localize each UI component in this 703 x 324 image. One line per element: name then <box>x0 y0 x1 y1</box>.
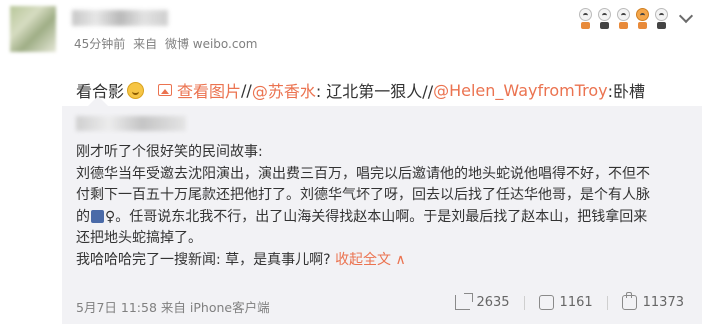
repost-meta: 5月7日 11:58 来自 iPhone客户端 <box>76 297 270 316</box>
collapse-link[interactable]: 收起全文 ∧ <box>335 252 406 268</box>
repost-actions: 2635 1161 11373 <box>455 292 684 310</box>
picture-icon[interactable] <box>158 84 173 96</box>
like-count: 11373 <box>642 295 684 310</box>
mention-link[interactable]: @Helen_WayfromTroy <box>433 81 608 100</box>
repost-line: 刘德华当年受邀去沈阳演出，演出费三百万，唱完以后邀请他的地头蛇说他唱得不好，不但… <box>76 165 650 182</box>
avatar[interactable] <box>10 6 56 52</box>
sticker-icon <box>597 8 612 30</box>
smile-emoji-icon <box>127 81 145 99</box>
repost-line-last: 我哈哈哈完了一搜新闻: 草，是真事儿啊? 收起全文 ∧ <box>76 250 688 272</box>
post-text-mid: : 辽北第一狠人// <box>315 82 434 101</box>
repost-line: 刚才听了个很好笑的民间故事: <box>76 144 263 160</box>
repost-line: 的 ♀。任哥说东北我不行，出了山海关得找赵本山啊。于是刘最后找了赵本山，把钱拿回来 <box>76 207 688 229</box>
header-actions <box>578 8 694 30</box>
sticker-icon <box>635 8 650 30</box>
like-button[interactable]: 11373 <box>621 292 684 310</box>
repost-time[interactable]: 5月7日 11:58 <box>76 300 157 315</box>
repost-icon <box>455 293 474 310</box>
repost-text: 刚才听了个很好笑的民间故事: 刘德华当年受邀去沈阳演出，演出费三百万，唱完以后邀… <box>76 142 688 271</box>
repost-line-start: 的 <box>76 208 90 225</box>
from-label: 来自 <box>160 300 186 315</box>
post-meta: 45分钟前 来自 微博 weibo.com <box>74 35 262 52</box>
from-label: 来自 <box>133 37 158 51</box>
chevron-down-icon[interactable] <box>678 8 694 24</box>
like-icon <box>621 292 637 310</box>
post-time[interactable]: 45分钟前 <box>74 37 125 51</box>
username-blurred[interactable] <box>72 10 168 26</box>
comment-icon <box>538 295 554 310</box>
comment-button[interactable]: 1161 <box>538 295 593 310</box>
repost-arrow <box>88 96 108 106</box>
repost-author-blurred[interactable] <box>76 116 186 131</box>
police-emoji-icon <box>91 209 104 223</box>
repost-line: 付剩下一百五十万尾款还把他打了。刘德华气坏了呀，回去以后找了任达华他哥，是个有人… <box>76 187 650 203</box>
sticker-icon <box>616 8 631 30</box>
view-image-link[interactable]: 查看图片 <box>177 78 241 102</box>
post-text: 看合影 查看图片 // @苏香水 : 辽北第一狠人// @Helen_Wayfr… <box>76 78 645 102</box>
post-text-end: :卧槽 <box>607 82 646 101</box>
repost-card: 刚才听了个很好笑的民间故事: 刘德华当年受邀去沈阳演出，演出费三百万，唱完以后邀… <box>62 96 702 324</box>
mention-link[interactable]: @苏香水 <box>252 78 316 102</box>
repost-button[interactable]: 2635 <box>455 293 510 310</box>
post-source[interactable]: 微博 weibo.com <box>165 37 258 51</box>
divider <box>523 295 525 310</box>
separator: // <box>241 80 252 100</box>
repost-source: iPhone客户端 <box>189 300 270 315</box>
repost-line: 还把地头蛇搞掉了。 <box>76 230 202 246</box>
repost-footer: 5月7日 11:58 来自 iPhone客户端 2635 1161 11373 <box>76 292 688 316</box>
repost-line-text: 我哈哈哈完了一搜新闻: 草，是真事儿啊? <box>76 251 331 268</box>
divider <box>606 295 608 310</box>
sticker-icon <box>654 8 669 30</box>
sticker-icon <box>578 8 593 30</box>
comment-count: 1161 <box>559 295 593 310</box>
repost-count: 2635 <box>476 295 510 310</box>
repost-line-rest: ♀。任哥说东北我不行，出了山海关得找赵本山啊。于是刘最后找了赵本山，把钱拿回来 <box>105 208 648 225</box>
